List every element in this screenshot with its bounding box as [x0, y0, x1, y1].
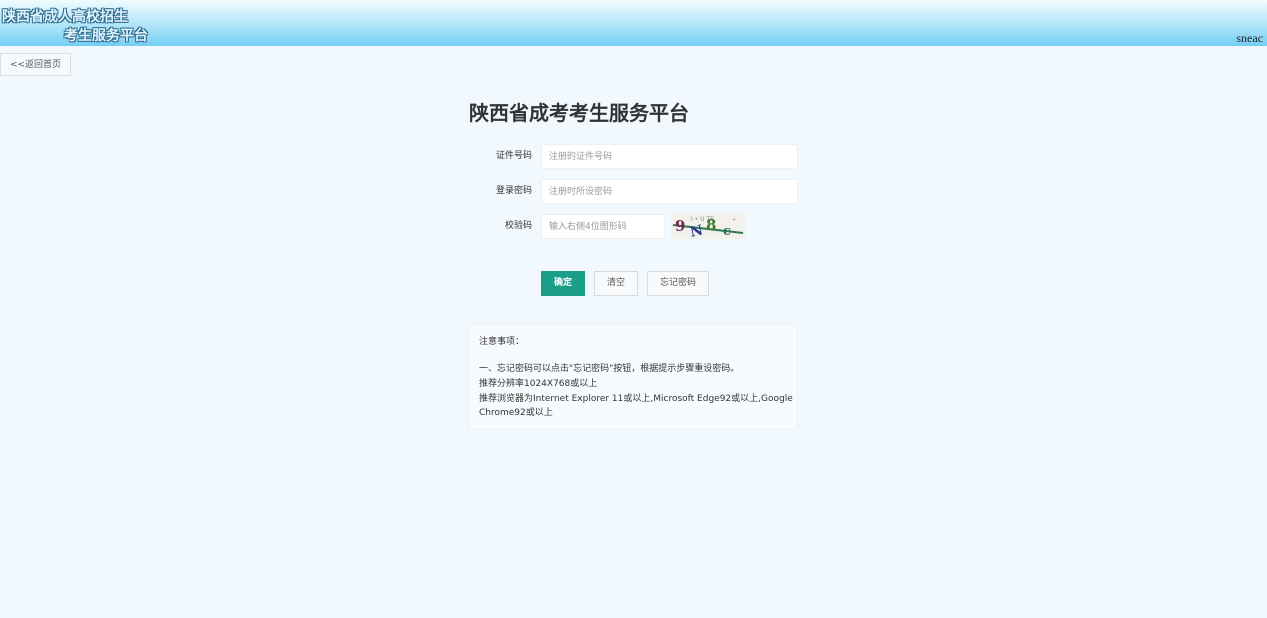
svg-text:": " — [733, 218, 736, 225]
forgot-password-button[interactable]: 忘记密码 — [647, 271, 709, 296]
captcha-input[interactable] — [541, 214, 665, 239]
svg-text:c: c — [723, 224, 731, 239]
svg-text:9: 9 — [675, 217, 685, 235]
id-number-label: 证件号码 — [495, 151, 532, 161]
back-to-home-button[interactable]: <<返回首页 — [0, 53, 71, 76]
notice-line-browser: 推荐浏览器为Internet Explorer 11或以上,Microsoft … — [479, 394, 793, 418]
confirm-button[interactable]: 确定 — [541, 271, 585, 296]
captcha-image[interactable]: I • U TE 9 N 8 c " — [671, 213, 745, 239]
svg-text:8: 8 — [706, 216, 716, 234]
password-label: 登录密码 — [495, 186, 532, 196]
captcha-label: 校验码 — [504, 221, 532, 231]
brand-label: sneac — [1236, 31, 1263, 45]
notice-title: 注意事项： — [479, 337, 525, 347]
notice-line-forgot: 一、忘记密码可以点击"忘记密码"按钮，根据提示步骤重设密码。 — [479, 364, 740, 374]
notice-line-resolution: 推荐分辨率1024X768或以上 — [479, 379, 598, 389]
notice-panel: 注意事项： 一、忘记密码可以点击"忘记密码"按钮，根据提示步骤重设密码。 推荐分… — [468, 324, 798, 430]
password-input[interactable] — [541, 179, 798, 204]
clear-button[interactable]: 清空 — [594, 271, 638, 296]
top-header-banner: 陕西省成人高校招生 考生服务平台 sneac — [0, 0, 1267, 46]
logo-title-line1: 陕西省成人高校招生 — [2, 9, 128, 25]
page-title: 陕西省成考考生服务平台 — [469, 101, 689, 125]
id-number-input[interactable] — [541, 144, 798, 169]
logo-title-line2: 考生服务平台 — [64, 28, 148, 44]
